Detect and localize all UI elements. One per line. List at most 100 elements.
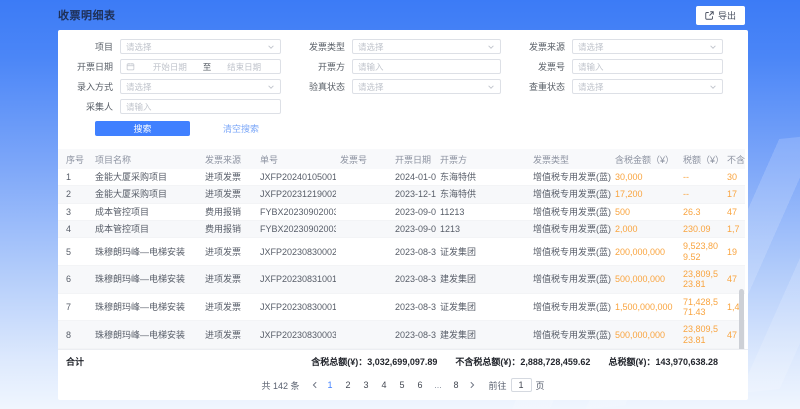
select-placeholder: 请选择 [578,41,604,53]
filter-field: 发票号 [515,59,737,74]
table-cell: 2024-01-05 [391,169,436,186]
table-cell [336,321,391,349]
summary-totals: 含税总额(¥)：3,032,699,097.89 不含税总额(¥)：2,888,7… [311,355,718,368]
filter-label: 录入方式 [63,80,120,93]
start-date-placeholder: 开始日期 [139,61,201,73]
table-cell: 7 [58,293,91,321]
page-number[interactable]: 2 [342,380,355,390]
filter-select[interactable]: 请选择 [120,79,281,94]
table-cell: 成本管控项目 [91,203,201,220]
filter-select[interactable]: 请选择 [352,39,501,54]
filter-select[interactable]: 请选择 [572,39,723,54]
chevron-left-icon[interactable] [311,381,319,389]
table-row: 6珠穆朗玛峰—电梯安装进项发票JXFP202308310012023-08-31… [58,266,745,294]
text-input[interactable] [358,62,495,72]
table-cell: 进项发票 [201,169,256,186]
table-cell: 23,809,523.81 [679,266,723,294]
invoice-table: 序号项目名称发票来源单号发票号开票日期开票方发票类型含税金额（¥）税额（¥）不含… [58,149,745,349]
table-cell: 进项发票 [201,321,256,349]
table-cell: 增值税专用发票(蓝) [529,169,611,186]
date-range-picker[interactable]: 开始日期至结束日期 [120,59,281,74]
table-cell: 成本管控项目 [91,221,201,238]
page-number[interactable]: 1 [324,380,337,390]
column-header: 单号 [256,149,336,169]
chevron-down-icon [709,83,717,91]
column-header: 发票号 [336,149,391,169]
summary-row: 合计 含税总额(¥)：3,032,699,097.89 不含税总额(¥)：2,88… [58,349,748,373]
filter-field: 发票类型请选择 [295,39,515,54]
table-cell: 230.09 [679,221,723,238]
page-number[interactable]: 4 [378,380,391,390]
table-cell: 增值税专用发票(蓝) [529,293,611,321]
page-number[interactable]: 3 [360,380,373,390]
chevron-down-icon [267,83,275,91]
summary-item: 含税总额(¥)：3,032,699,097.89 [311,355,437,368]
table-cell: 2023-08-30 [391,321,436,349]
table-cell: 17,200 [611,186,679,203]
goto-page-input[interactable] [511,378,532,392]
text-input[interactable] [578,62,717,72]
page-number[interactable]: 5 [396,380,409,390]
page-number[interactable]: 8 [450,380,463,390]
table-row: 7珠穆朗玛峰—电梯安装进项发票JXFP202308300012023-08-30… [58,293,745,321]
clear-search-button[interactable]: 清空搜索 [223,122,259,135]
table-cell: 500 [611,203,679,220]
summary-item: 不含税总额(¥)：2,888,728,459.62 [455,355,590,368]
search-button[interactable]: 搜索 [95,121,190,136]
calendar-icon [126,62,139,71]
table-cell: 2,000 [611,221,679,238]
filter-input[interactable] [120,99,281,114]
table-row: 5珠穆朗玛峰—电梯安装进项发票JXFP202308300022023-08-31… [58,238,745,266]
table-cell: 珠穆朗玛峰—电梯安装 [91,293,201,321]
column-header: 开票方 [436,149,529,169]
content-card: 项目请选择发票类型请选择发票来源请选择开票日期开始日期至结束日期开票方发票号录入… [58,30,748,400]
table-row: 1金能大厦采购项目进项发票JXFP202401050012024-01-05东海… [58,169,745,186]
table-cell: 1213 [436,221,529,238]
table-cell: 4 [58,221,91,238]
table-cell: 3 [58,203,91,220]
filter-label: 验真状态 [295,80,352,93]
pagination-bar: 共 142 条 123456... 8 前往 页 [58,373,748,397]
table-cell: 进项发票 [201,238,256,266]
text-input[interactable] [126,102,275,112]
table-cell: FYBX20230902003 [256,203,336,220]
table-cell: 5 [58,238,91,266]
table-row: 8珠穆朗玛峰—电梯安装进项发票JXFP202308300032023-08-30… [58,321,745,349]
filter-label: 发票类型 [295,40,352,53]
table-cell: 建发集团 [436,321,529,349]
chevron-right-icon[interactable] [468,381,476,389]
table-cell: JXFP20230831001 [256,266,336,294]
page-ellipsis: ... [432,380,445,390]
table-cell: 1,500,000,000 [611,293,679,321]
goto-page-group: 前往 页 [489,378,545,392]
table-cell: 进项发票 [201,266,256,294]
table-cell: 26.3 [679,203,723,220]
select-placeholder: 请选择 [126,41,152,53]
table-body: 1金能大厦采购项目进项发票JXFP202401050012024-01-05东海… [58,169,745,349]
export-button[interactable]: 导出 [696,6,745,25]
summary-label: 合计 [66,355,84,368]
filter-input[interactable] [572,59,723,74]
table-cell: 11213 [436,203,529,220]
table-cell: 2023-08-31 [391,266,436,294]
summary-item: 总税额(¥)：143,970,638.28 [608,355,718,368]
page-number[interactable]: 6 [414,380,427,390]
filter-select[interactable]: 请选择 [572,79,723,94]
filter-select[interactable]: 请选择 [352,79,501,94]
filter-select[interactable]: 请选择 [120,39,281,54]
page-number-list: 123456... 8 [324,380,463,390]
filter-input[interactable] [352,59,501,74]
filter-field: 查重状态请选择 [515,79,737,94]
table-cell: 增值税专用发票(蓝) [529,321,611,349]
table-cell: 2023-09-04 [391,221,436,238]
end-date-placeholder: 结束日期 [213,61,275,73]
table-row: 4成本管控项目费用报销FYBX202309020032023-09-041213… [58,221,745,238]
table-cell: 2 [58,186,91,203]
column-header: 税额（¥） [679,149,723,169]
table-cell: JXFP20231219002 [256,186,336,203]
summary-item-label: 含税总额(¥)： [311,357,367,367]
table-cell [336,169,391,186]
pagination-total: 共 142 条 [261,379,299,392]
table-cell: 增值税专用发票(蓝) [529,186,611,203]
vertical-scrollbar-thumb[interactable] [739,289,744,349]
